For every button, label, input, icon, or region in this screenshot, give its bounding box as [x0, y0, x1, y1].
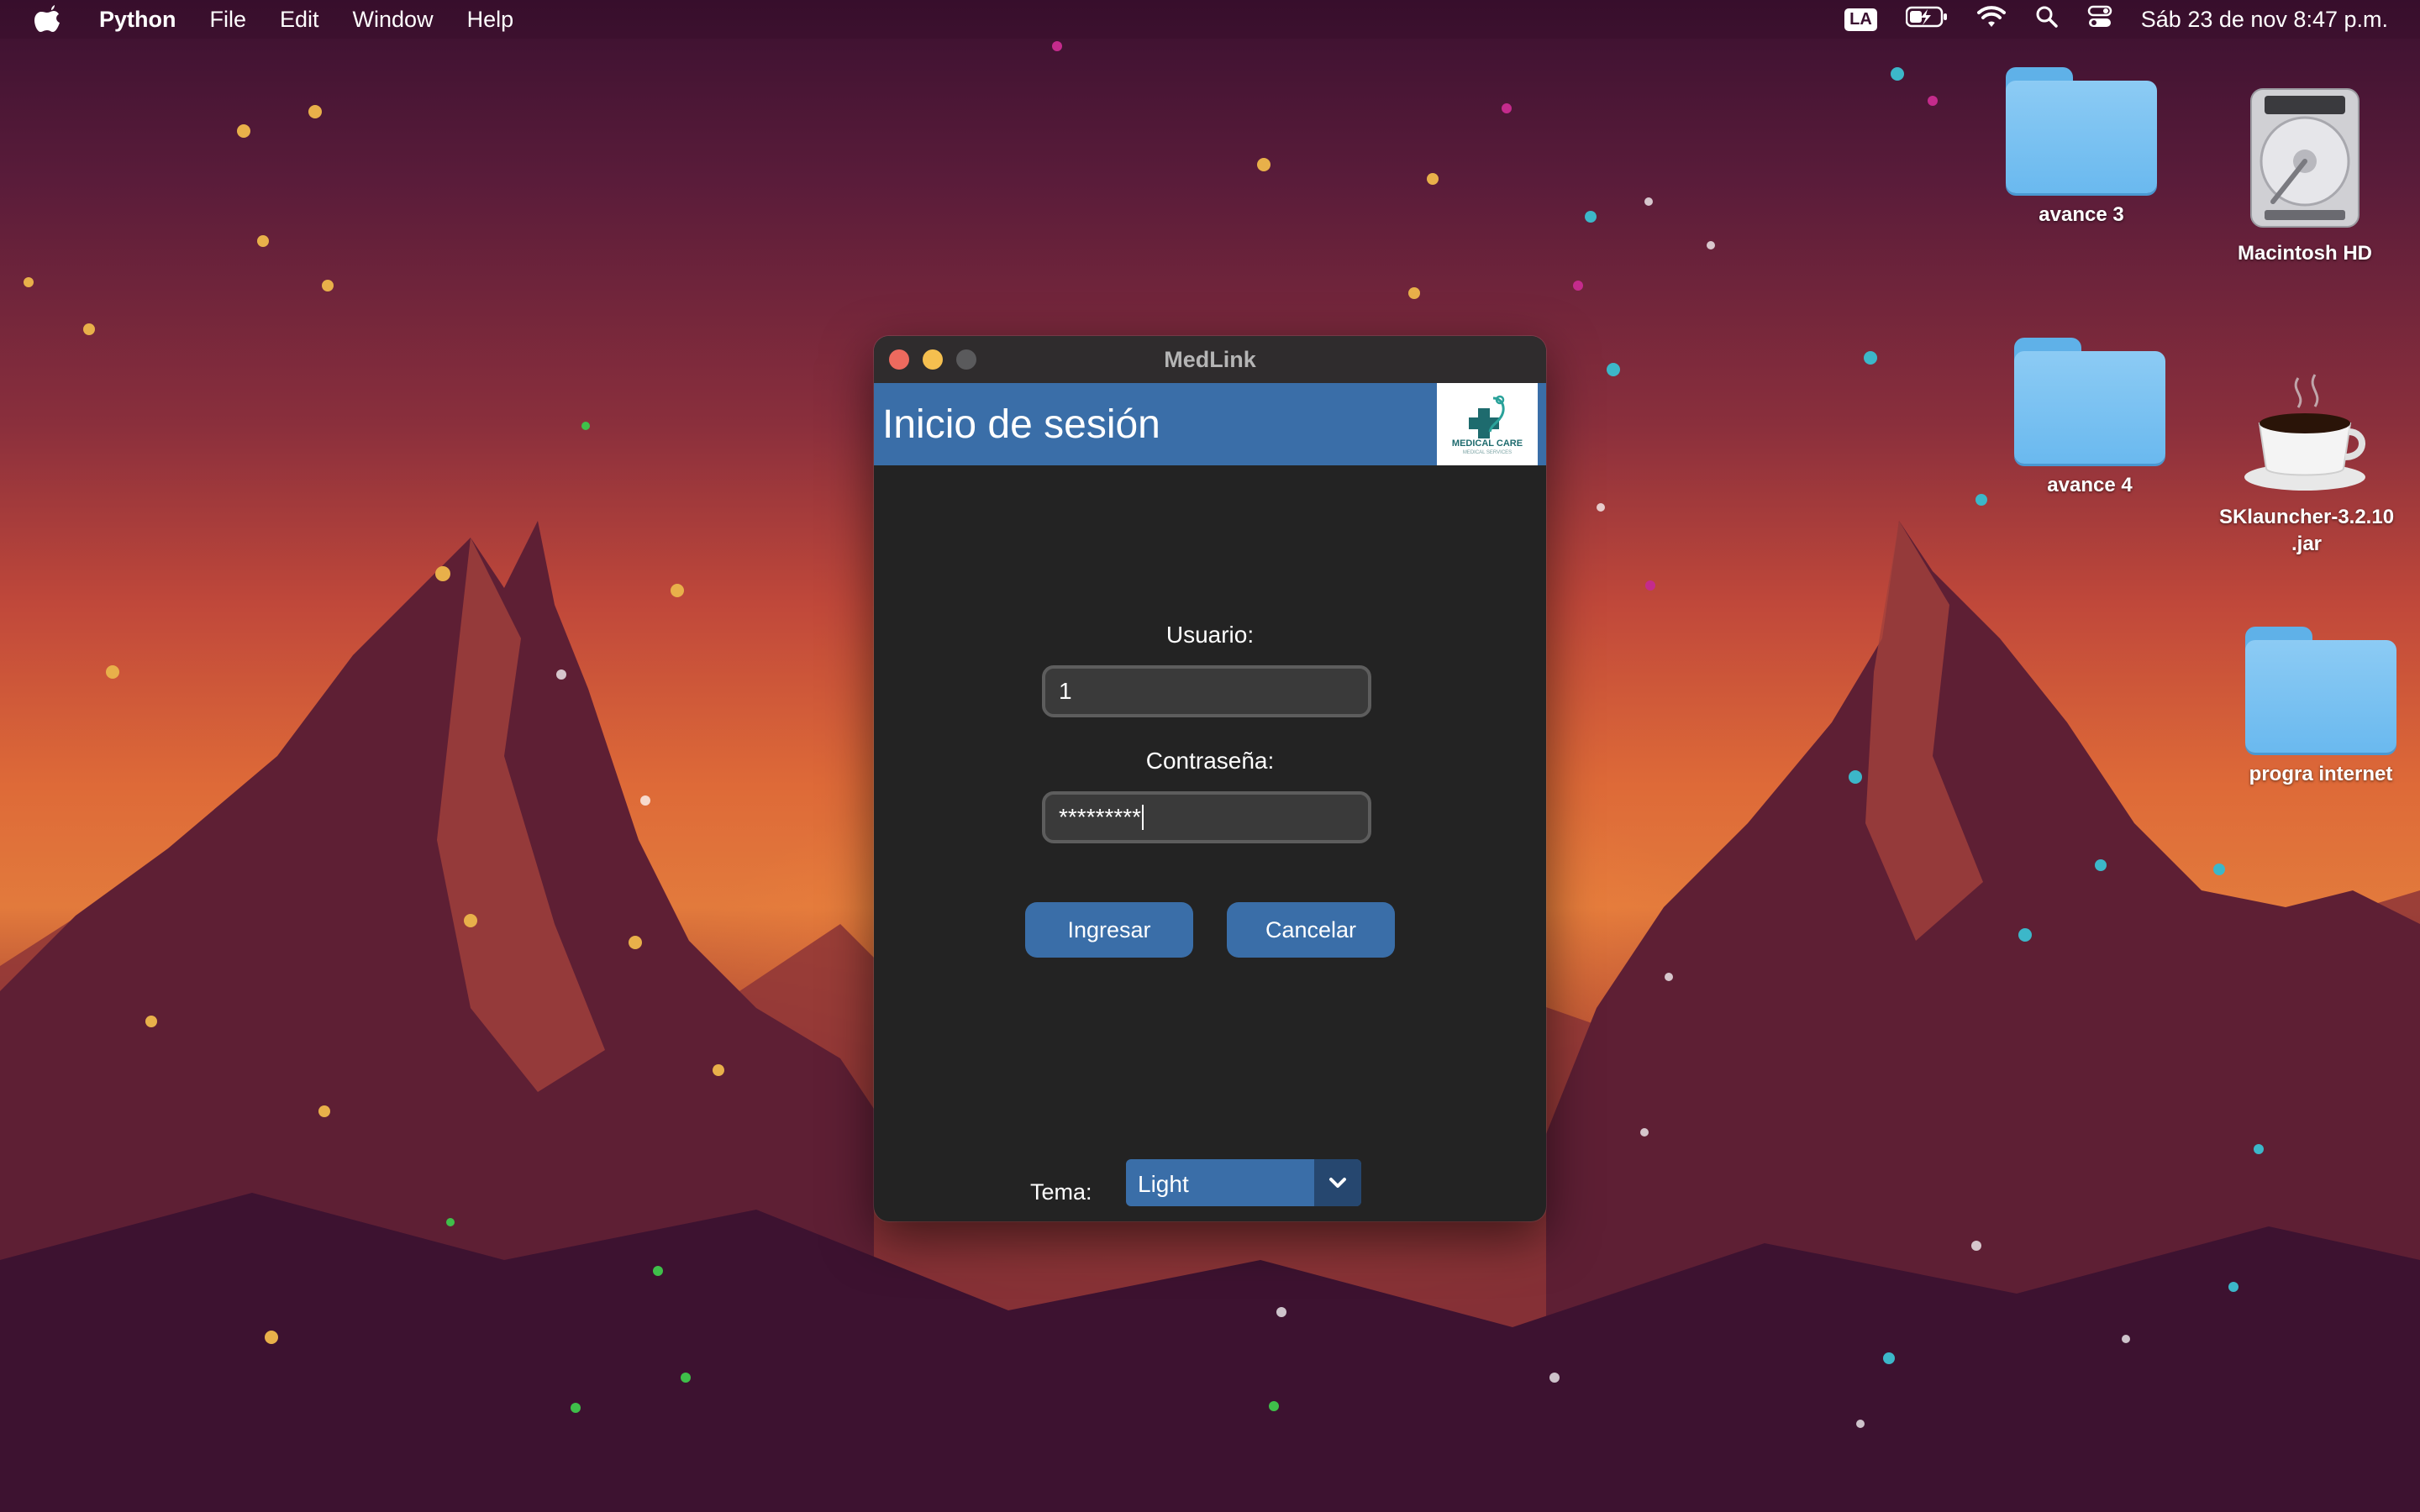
desktop-icon-label: Macintosh HD: [2237, 242, 2372, 265]
login-header: Inicio de sesión MEDICAL CARE MEDICAL SE…: [874, 383, 1546, 465]
login-button[interactable]: Ingresar: [1025, 902, 1193, 958]
desktop-icon-label: progra internet: [2249, 763, 2393, 785]
medical-care-logo: MEDICAL CARE MEDICAL SERVICES: [1437, 383, 1538, 465]
theme-label: Tema:: [1030, 1179, 1092, 1205]
desktop-icon-label: avance 4: [2047, 474, 2133, 496]
window-titlebar[interactable]: MedLink: [874, 336, 1546, 384]
password-label: Contraseña:: [1145, 748, 1275, 774]
battery-icon[interactable]: [1905, 6, 1948, 34]
username-field[interactable]: 1: [1042, 665, 1371, 717]
spotlight-search-icon[interactable]: [2035, 5, 2059, 34]
desktop-icon-avance-4[interactable]: avance 4: [2010, 338, 2170, 499]
medlink-login-window: MedLink Inicio de sesión MEDICAL CARE ME…: [874, 336, 1546, 1221]
menu-edit[interactable]: Edit: [280, 7, 319, 33]
hard-drive-icon: [2250, 88, 2360, 228]
logo-subtext: MEDICAL SERVICES: [1462, 450, 1512, 455]
input-source-badge[interactable]: LA: [1844, 8, 1877, 31]
control-center-icon[interactable]: [2087, 5, 2112, 34]
page-title: Inicio de sesión: [882, 402, 1160, 447]
desktop-icon-progra-internet[interactable]: progra internet: [2237, 627, 2405, 788]
desktop-icon-avance-3[interactable]: avance 3: [2002, 67, 2161, 228]
folder-icon: [2014, 338, 2165, 464]
logo-text: MEDICAL CARE: [1451, 438, 1523, 449]
folder-icon: [2006, 67, 2157, 193]
cancel-button[interactable]: Cancelar: [1227, 902, 1395, 958]
java-coffee-cup-icon: [2244, 374, 2365, 491]
menubar-clock[interactable]: Sáb 23 de nov 8:47 p.m.: [2141, 7, 2388, 33]
window-controls: [889, 349, 976, 370]
menu-file[interactable]: File: [210, 7, 247, 33]
window-title: MedLink: [1164, 346, 1256, 372]
medical-cross-logo-icon: [1469, 395, 1505, 438]
desktop-icon-label: SKlauncher-3.2.10 .jar: [2218, 506, 2395, 555]
menu-help[interactable]: Help: [467, 7, 514, 33]
desktop-icon-macintosh-hd[interactable]: Macintosh HD: [2217, 84, 2393, 267]
password-value: *********: [1059, 804, 1142, 830]
desktop-icon-sklauncher-jar[interactable]: SKlauncher-3.2.10 .jar: [2202, 370, 2412, 558]
password-field[interactable]: *********: [1042, 791, 1371, 843]
text-cursor: [1142, 805, 1144, 830]
wifi-icon[interactable]: [1976, 5, 2007, 34]
menu-bar: Python File Edit Window Help LA Sáb 23 d…: [0, 0, 2420, 39]
menu-window[interactable]: Window: [353, 7, 434, 33]
minimize-window-button[interactable]: [923, 349, 943, 370]
folder-icon: [2245, 627, 2396, 753]
close-window-button[interactable]: [889, 349, 909, 370]
app-menu-python[interactable]: Python: [99, 7, 176, 33]
theme-select-value: Light: [1138, 1171, 1189, 1197]
apple-menu-icon[interactable]: [34, 4, 60, 34]
desktop-icon-label: avance 3: [2039, 203, 2124, 226]
username-value: 1: [1059, 678, 1072, 704]
chevron-down-icon[interactable]: [1314, 1159, 1361, 1206]
zoom-window-button[interactable]: [956, 349, 976, 370]
theme-select[interactable]: Light: [1126, 1159, 1361, 1206]
username-label: Usuario:: [1165, 622, 1255, 648]
